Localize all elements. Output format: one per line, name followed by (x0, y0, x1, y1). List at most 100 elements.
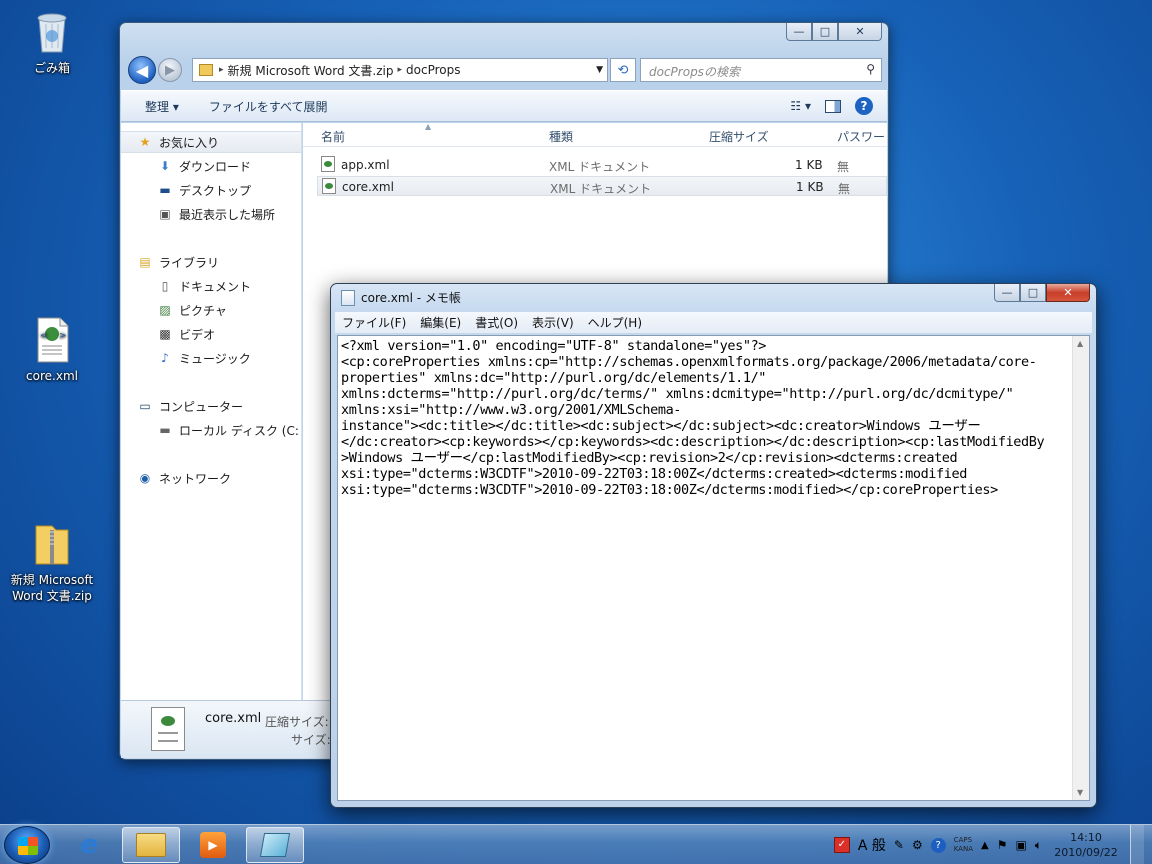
menu-format[interactable]: 書式(O) (468, 314, 525, 331)
menu-file[interactable]: ファイル(F) (335, 314, 413, 331)
nav-pictures[interactable]: ▨ ピクチャ (121, 299, 302, 321)
start-button[interactable] (4, 826, 50, 864)
nav-local-disk[interactable]: ▬ ローカル ディスク (C: (121, 419, 302, 441)
file-password: 無 (838, 182, 851, 196)
close-button[interactable]: ✕ (838, 23, 882, 41)
core-xml-label: core.xml (26, 369, 78, 383)
file-password: 無 (837, 160, 850, 174)
breadcrumb-zip[interactable]: 新規 Microsoft Word 文書.zip (228, 62, 394, 79)
taskbar-notepad[interactable] (246, 827, 304, 863)
back-button[interactable]: ◀ (128, 56, 156, 84)
ime-mode-indicator[interactable]: A 般 (858, 835, 886, 855)
show-desktop-button[interactable] (1130, 825, 1144, 864)
column-header-compressed-size[interactable]: 圧縮サイズ (709, 128, 769, 145)
menu-help[interactable]: ヘルプ(H) (581, 314, 649, 331)
notepad-title-bar: core.xml - メモ帳 (341, 289, 461, 306)
menu-view[interactable]: 表示(V) (525, 314, 581, 331)
file-row[interactable]: app.xml XML ドキュメント 1 KB 無 (317, 155, 887, 175)
xml-file-icon (321, 156, 335, 172)
nav-videos[interactable]: ▩ ビデオ (121, 323, 302, 345)
ime-help-icon[interactable]: ? (930, 837, 946, 853)
file-row-selected[interactable]: core.xml XML ドキュメント 1 KB 無 (317, 176, 887, 196)
clock[interactable]: 14:10 2010/09/22 (1050, 830, 1122, 860)
details-file-name: core.xml (205, 711, 262, 726)
desktop-icon-recycle-bin[interactable]: ごみ箱 (10, 8, 94, 76)
taskbar-media-player[interactable]: ▶ (184, 827, 242, 863)
column-headers: ▲ 名前 種類 圧縮サイズ パスワー (303, 122, 887, 147)
maximize-button[interactable]: □ (812, 23, 838, 41)
nav-pictures-label: ピクチャ (179, 303, 227, 318)
nav-documents[interactable]: ▯ ドキュメント (121, 275, 302, 297)
sort-ascending-icon: ▲ (425, 122, 432, 131)
nav-music[interactable]: ♪ ミュージック (121, 347, 302, 369)
minimize-button[interactable]: — (786, 23, 812, 41)
volume-icon[interactable]: 🔈︎ (1035, 838, 1042, 853)
kana-label: KANA (953, 845, 973, 853)
scroll-down-icon[interactable]: ▼ (1077, 788, 1083, 797)
security-alert-icon[interactable]: ✓ (833, 837, 850, 853)
nav-downloads[interactable]: ⬇ ダウンロード (121, 155, 302, 177)
forward-button[interactable]: ▶ (158, 58, 182, 82)
show-hidden-icons-icon[interactable]: ▲ (981, 840, 989, 851)
address-dropdown-icon[interactable]: ▼ (596, 65, 603, 75)
recycle-bin-label: ごみ箱 (33, 61, 70, 75)
close-button[interactable]: ✕ (1046, 284, 1090, 302)
notepad-title: core.xml - メモ帳 (361, 291, 461, 305)
nav-documents-label: ドキュメント (179, 279, 252, 294)
action-center-flag-icon[interactable]: ⚑ (997, 838, 1008, 852)
breadcrumb-docprops[interactable]: docProps (406, 63, 460, 77)
nav-recent[interactable]: ▣ 最近表示した場所 (121, 203, 302, 225)
scroll-up-icon[interactable]: ▲ (1077, 339, 1083, 348)
file-name: app.xml (341, 158, 390, 172)
search-icon[interactable]: ⚲ (866, 62, 875, 76)
xml-file-icon: < > (28, 316, 76, 364)
extract-all-button[interactable]: ファイルをすべて展開 (209, 98, 328, 115)
nav-favorites-label: お気に入り (159, 135, 220, 150)
network-icon[interactable]: ▣ (1015, 838, 1026, 852)
nav-desktop[interactable]: ▬ デスクトップ (121, 179, 302, 201)
minimize-button[interactable]: — (994, 284, 1020, 302)
ime-pad-icon[interactable]: ✎ (894, 838, 904, 852)
nav-libraries[interactable]: ▤ ライブラリ (121, 251, 302, 273)
nav-computer[interactable]: ▭ コンピューター (121, 395, 302, 417)
xml-file-icon (151, 707, 185, 751)
view-options-icon[interactable]: ☷ ▾ (790, 99, 811, 113)
file-size: 1 KB (796, 180, 824, 194)
library-icon: ▤ (139, 255, 151, 269)
text-editor[interactable]: <?xml version="1.0" encoding="UTF-8" sta… (337, 335, 1090, 801)
help-icon[interactable]: ? (855, 97, 873, 115)
maximize-button[interactable]: □ (1020, 284, 1046, 302)
nav-videos-label: ビデオ (179, 327, 216, 342)
column-header-type[interactable]: 種類 (549, 128, 573, 145)
ime-tools-icon[interactable]: ⚙ (912, 838, 923, 852)
taskbar-explorer[interactable] (122, 827, 180, 863)
internet-explorer-icon: e (80, 830, 98, 860)
refresh-button[interactable]: ⟲ (610, 58, 636, 82)
organize-button[interactable]: 整理 ▾ (145, 98, 179, 115)
videos-icon: ▩ (159, 327, 171, 341)
desktop-icon-core-xml[interactable]: < > core.xml (10, 316, 94, 384)
nav-libraries-label: ライブラリ (159, 255, 220, 270)
vertical-scrollbar[interactable]: ▲ ▼ (1072, 336, 1089, 800)
zip-folder-icon (28, 520, 76, 568)
search-placeholder: docPropsの検索 (649, 65, 740, 79)
clock-date: 2010/09/22 (1054, 846, 1118, 859)
search-input[interactable]: docPropsの検索 ⚲ (640, 58, 882, 82)
nav-network[interactable]: ◉ ネットワーク (121, 467, 302, 489)
taskbar-internet-explorer[interactable]: e (60, 827, 118, 863)
breadcrumb-separator-icon: ▸ (397, 65, 403, 75)
navigation-pane: ★ お気に入り ⬇ ダウンロード ▬ デスクトップ ▣ 最近表示した場所 ▤ ラ… (121, 123, 302, 701)
address-bar[interactable]: ▸ 新規 Microsoft Word 文書.zip ▸ docProps ▼ (192, 58, 608, 82)
caps-kana-indicator: CAPS KANA (954, 836, 973, 854)
desktop-icon-zip[interactable]: 新規 Microsoft Word 文書.zip (10, 520, 94, 604)
notepad-icon (341, 289, 355, 306)
nav-favorites[interactable]: ★ お気に入り (121, 131, 302, 153)
preview-pane-icon[interactable] (825, 99, 841, 113)
menu-edit[interactable]: 編集(E) (413, 314, 468, 331)
file-type: XML ドキュメント (550, 182, 652, 196)
column-header-password[interactable]: パスワー (837, 128, 885, 145)
column-header-name[interactable]: 名前 (321, 128, 345, 145)
caps-label: CAPS (953, 836, 973, 844)
computer-icon: ▭ (139, 399, 151, 413)
document-text: <?xml version="1.0" encoding="UTF-8" sta… (341, 338, 1045, 498)
